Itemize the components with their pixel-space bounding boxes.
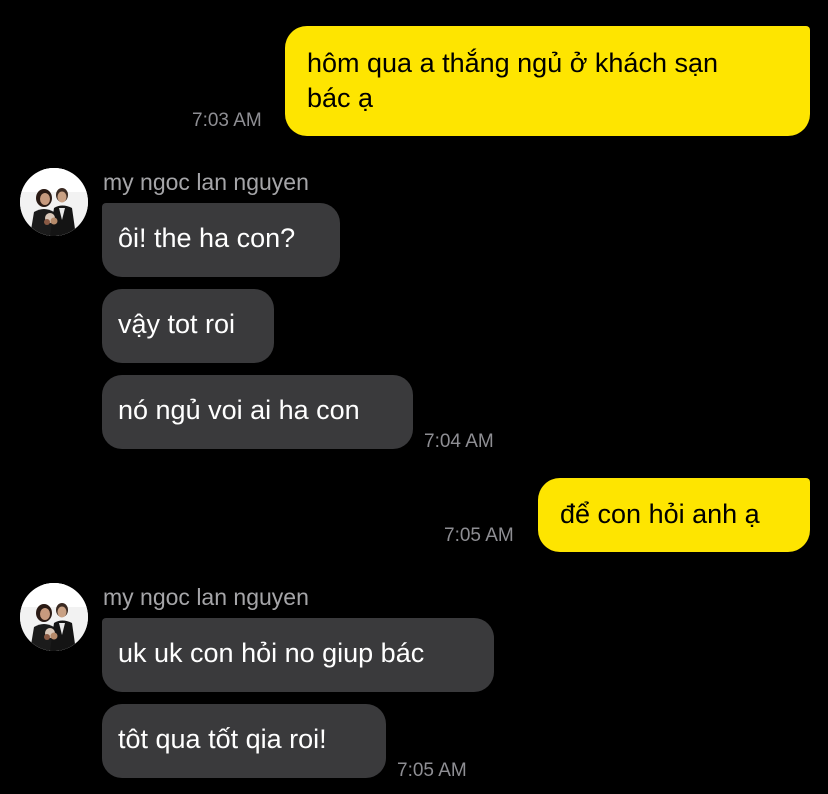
message-text-line: bác ạ [307, 83, 374, 113]
sender-avatar[interactable] [20, 583, 88, 651]
incoming-message-bubble[interactable]: tôt qua tốt qia roi! [102, 704, 386, 778]
message-text: nó ngủ voi ai ha con [118, 395, 360, 425]
sender-avatar[interactable] [20, 168, 88, 236]
message-text: ôi! the ha con? [118, 223, 296, 253]
incoming-message-bubble[interactable]: nó ngủ voi ai ha con [102, 375, 413, 449]
chat-view: 7:03 AM hôm qua a thắng ngủ ở khách sạn … [0, 0, 828, 794]
outgoing-message-bubble[interactable]: hôm qua a thắng ngủ ở khách sạn bác ạ [285, 26, 810, 136]
incoming-message-bubble[interactable]: uk uk con hỏi no giup bác [102, 618, 494, 692]
message-text: tôt qua tốt qia roi! [118, 724, 327, 754]
message-timestamp: 7:05 AM [444, 525, 514, 546]
message-text: uk uk con hỏi no giup bác [118, 638, 425, 668]
message-text-line: hôm qua a thắng ngủ ở khách sạn [307, 48, 718, 78]
sender-name: my ngoc lan nguyen [103, 584, 309, 610]
message-timestamp: 7:05 AM [397, 760, 467, 781]
message-timestamp: 7:04 AM [424, 431, 494, 452]
profile-photo-couple-icon [20, 168, 88, 236]
incoming-message-bubble[interactable]: ôi! the ha con? [102, 203, 340, 277]
profile-photo-couple-icon [20, 583, 88, 651]
incoming-message-bubble[interactable]: vậy tot roi [102, 289, 274, 363]
message-text: vậy tot roi [118, 309, 236, 339]
message-text: để con hỏi anh ạ [560, 499, 760, 529]
sender-name: my ngoc lan nguyen [103, 169, 309, 195]
outgoing-message-bubble[interactable]: để con hỏi anh ạ [538, 478, 810, 552]
message-timestamp: 7:03 AM [192, 110, 262, 131]
